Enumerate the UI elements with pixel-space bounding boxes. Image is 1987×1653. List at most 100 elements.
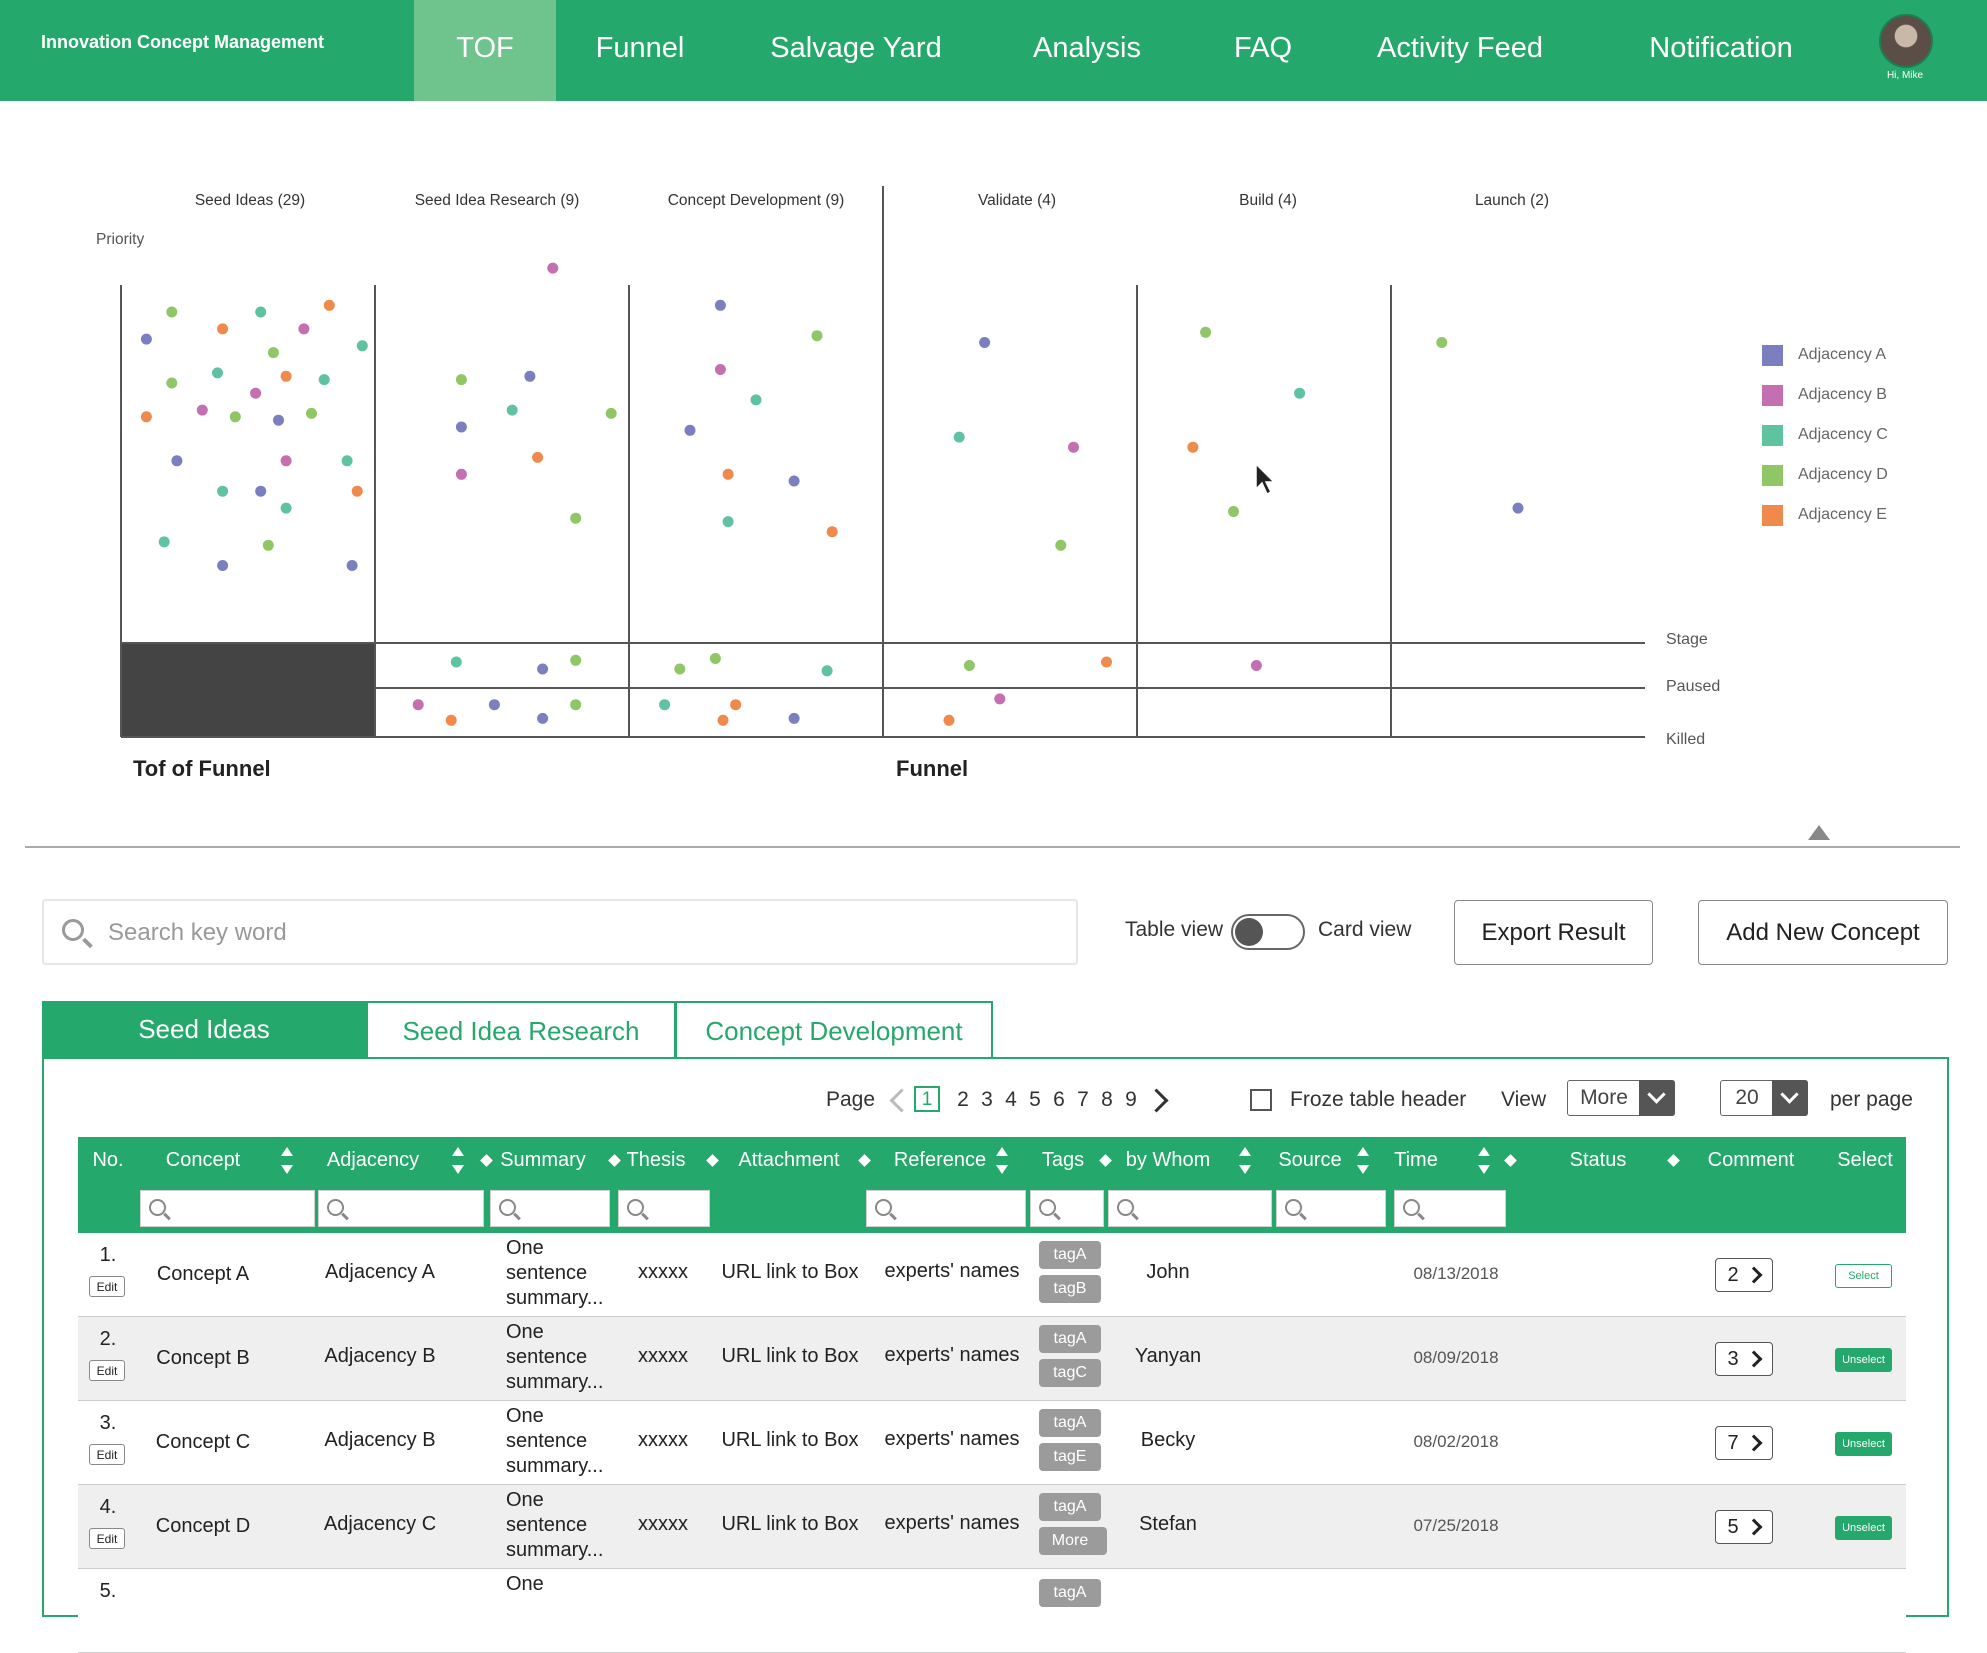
attachment-link[interactable]: URL link to Box bbox=[714, 1261, 866, 1284]
add-new-concept-button[interactable]: Add New Concept bbox=[1698, 900, 1948, 965]
filter-tags[interactable] bbox=[1030, 1190, 1104, 1227]
comment-count-button[interactable]: 2 bbox=[1715, 1258, 1773, 1292]
tags-more-button[interactable]: More bbox=[1039, 1527, 1107, 1555]
sort-source-icon[interactable] bbox=[1352, 1141, 1374, 1181]
filter-source-input[interactable] bbox=[1307, 1195, 1383, 1224]
search-input[interactable] bbox=[106, 911, 1050, 955]
edit-button[interactable]: Edit bbox=[89, 1360, 125, 1381]
view-toggle[interactable] bbox=[1231, 914, 1305, 950]
edit-button[interactable]: Edit bbox=[89, 1444, 125, 1465]
col-reference[interactable]: Reference bbox=[870, 1149, 1010, 1172]
col-thesis[interactable]: Thesis bbox=[618, 1149, 694, 1172]
per-page-select[interactable]: 20 bbox=[1720, 1080, 1808, 1116]
filter-reference-input[interactable] bbox=[897, 1195, 1023, 1224]
page-9[interactable]: 9 bbox=[1121, 1088, 1141, 1112]
sort-adjacency-icon[interactable] bbox=[447, 1141, 469, 1181]
col-status[interactable]: Status bbox=[1518, 1149, 1678, 1172]
comment-count-button[interactable]: 7 bbox=[1715, 1426, 1773, 1460]
nav-funnel[interactable]: Funnel bbox=[576, 0, 704, 101]
tab-concept-development[interactable]: Concept Development bbox=[675, 1001, 993, 1057]
nav-activity-feed[interactable]: Activity Feed bbox=[1360, 0, 1560, 101]
col-summary[interactable]: Summary bbox=[488, 1149, 598, 1172]
table-row[interactable]: 2. Edit Concept B Adjacency B One sentence s… bbox=[78, 1317, 1906, 1401]
nav-analysis[interactable]: Analysis bbox=[1014, 0, 1160, 101]
unselect-button[interactable]: Unselect bbox=[1835, 1432, 1892, 1456]
page-3[interactable]: 3 bbox=[977, 1088, 997, 1112]
unselect-button[interactable]: Unselect bbox=[1835, 1348, 1892, 1372]
filter-source[interactable] bbox=[1276, 1190, 1386, 1227]
nav-salvage-yard[interactable]: Salvage Yard bbox=[750, 0, 962, 101]
concept-cell[interactable]: Concept C bbox=[138, 1431, 268, 1454]
col-select[interactable]: Select bbox=[1810, 1149, 1920, 1172]
attachment-link[interactable]: URL link to Box bbox=[714, 1345, 866, 1368]
filter-concept[interactable] bbox=[140, 1190, 315, 1227]
tag-badge[interactable]: tagB bbox=[1039, 1275, 1101, 1303]
tag-badge[interactable]: tagA bbox=[1039, 1241, 1101, 1269]
col-tags[interactable]: Tags bbox=[1028, 1149, 1098, 1172]
table-row[interactable]: 3. Edit Concept C Adjacency B One sentence s… bbox=[78, 1401, 1906, 1485]
col-attachment[interactable]: Attachment bbox=[714, 1149, 864, 1172]
sort-time-icon[interactable] bbox=[1473, 1141, 1495, 1181]
filter-reference[interactable] bbox=[866, 1190, 1026, 1227]
page-6[interactable]: 6 bbox=[1049, 1088, 1069, 1112]
col-source[interactable]: Source bbox=[1270, 1149, 1350, 1172]
nav-faq[interactable]: FAQ bbox=[1220, 0, 1306, 101]
unselect-button[interactable]: Unselect bbox=[1835, 1516, 1892, 1540]
tab-seed-ideas[interactable]: Seed Ideas bbox=[42, 1001, 366, 1057]
col-resize-icon[interactable] bbox=[1504, 1154, 1517, 1167]
table-row[interactable]: 5. One tagA bbox=[78, 1569, 1906, 1653]
tag-badge[interactable]: tagE bbox=[1039, 1443, 1101, 1471]
view-select[interactable]: More bbox=[1567, 1080, 1675, 1116]
filter-by-whom-input[interactable] bbox=[1139, 1195, 1269, 1224]
filter-time[interactable] bbox=[1394, 1190, 1506, 1227]
filter-thesis[interactable] bbox=[618, 1190, 710, 1227]
filter-time-input[interactable] bbox=[1425, 1195, 1503, 1224]
tag-badge[interactable]: tagA bbox=[1039, 1579, 1101, 1607]
filter-concept-input[interactable] bbox=[171, 1195, 312, 1224]
edit-button[interactable]: Edit bbox=[89, 1276, 125, 1297]
page-7[interactable]: 7 bbox=[1073, 1088, 1093, 1112]
nav-tof[interactable]: TOF bbox=[414, 0, 556, 101]
page-5[interactable]: 5 bbox=[1025, 1088, 1045, 1112]
concept-cell[interactable]: Concept A bbox=[138, 1263, 268, 1286]
page-4[interactable]: 4 bbox=[1001, 1088, 1021, 1112]
filter-summary-input[interactable] bbox=[521, 1195, 607, 1224]
page-8[interactable]: 8 bbox=[1097, 1088, 1117, 1112]
attachment-link[interactable]: URL link to Box bbox=[714, 1429, 866, 1452]
col-comment[interactable]: Comment bbox=[1678, 1149, 1824, 1172]
table-row[interactable]: 1. Edit Concept A Adjacency A One sentence s… bbox=[78, 1233, 1906, 1317]
page-2[interactable]: 2 bbox=[953, 1088, 973, 1112]
filter-adjacency[interactable] bbox=[318, 1190, 484, 1227]
nav-notification[interactable]: Notification bbox=[1630, 0, 1812, 101]
comment-count-button[interactable]: 5 bbox=[1715, 1510, 1773, 1544]
col-time[interactable]: Time bbox=[1388, 1149, 1444, 1172]
avatar[interactable] bbox=[1879, 14, 1933, 68]
tag-badge[interactable]: tagA bbox=[1039, 1493, 1101, 1521]
comment-count-button[interactable]: 3 bbox=[1715, 1342, 1773, 1376]
filter-tags-input[interactable] bbox=[1061, 1195, 1101, 1224]
col-concept[interactable]: Concept bbox=[138, 1149, 268, 1172]
edit-button[interactable]: Edit bbox=[89, 1528, 125, 1549]
export-result-button[interactable]: Export Result bbox=[1454, 900, 1653, 965]
filter-thesis-input[interactable] bbox=[649, 1195, 707, 1224]
sort-by-whom-icon[interactable] bbox=[1234, 1141, 1256, 1181]
col-adjacency[interactable]: Adjacency bbox=[318, 1149, 428, 1172]
table-row[interactable]: 4. Edit Concept D Adjacency C One sentence s… bbox=[78, 1485, 1906, 1569]
concept-cell[interactable]: Concept D bbox=[138, 1515, 268, 1538]
filter-by-whom[interactable] bbox=[1108, 1190, 1272, 1227]
sort-concept-icon[interactable] bbox=[276, 1141, 298, 1181]
filter-adjacency-input[interactable] bbox=[349, 1195, 481, 1224]
collapse-chart-icon[interactable] bbox=[1808, 825, 1830, 840]
page-1[interactable]: 1 bbox=[914, 1086, 940, 1112]
concept-cell[interactable]: Concept B bbox=[138, 1347, 268, 1370]
select-button[interactable]: Select bbox=[1835, 1264, 1892, 1288]
tag-badge[interactable]: tagC bbox=[1039, 1359, 1101, 1387]
col-by-whom[interactable]: by Whom bbox=[1108, 1149, 1228, 1172]
attachment-link[interactable]: URL link to Box bbox=[714, 1513, 866, 1536]
froze-header-checkbox[interactable] bbox=[1250, 1089, 1272, 1111]
filter-summary[interactable] bbox=[490, 1190, 610, 1227]
tab-seed-idea-research[interactable]: Seed Idea Research bbox=[366, 1001, 676, 1057]
sort-reference-icon[interactable] bbox=[991, 1141, 1013, 1181]
tag-badge[interactable]: tagA bbox=[1039, 1325, 1101, 1353]
tag-badge[interactable]: tagA bbox=[1039, 1409, 1101, 1437]
